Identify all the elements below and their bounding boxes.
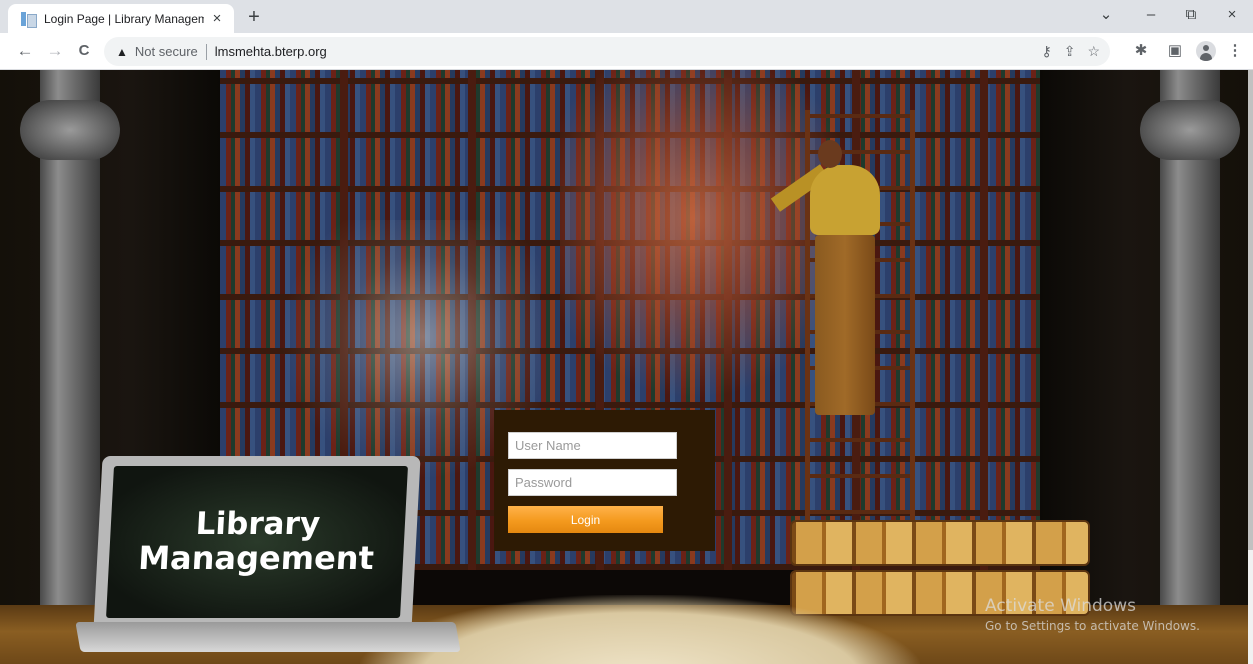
tab-title: Login Page | Library Managemen: [44, 11, 204, 26]
restore-button[interactable]: ⧉: [1173, 4, 1209, 26]
scrollbar-thumb[interactable]: [1248, 70, 1253, 550]
share-icon[interactable]: ⇪: [1064, 43, 1076, 60]
watermark-title: Activate Windows: [985, 596, 1136, 616]
chrome-menu-icon[interactable]: ⋮: [1224, 40, 1246, 62]
activate-windows-watermark: Activate Windows Go to Settings to activ…: [985, 596, 1200, 633]
password-key-icon[interactable]: ⚷: [1041, 43, 1051, 60]
reload-icon[interactable]: C: [73, 40, 95, 62]
login-panel: Login: [494, 410, 715, 551]
climbing-man-legs: [815, 235, 875, 415]
climbing-man-head: [818, 140, 842, 168]
username-input[interactable]: [508, 432, 677, 459]
climbing-man-body: [810, 165, 880, 235]
browser-toolbar: ← → C ▲ Not secure lmsmehta.bterp.org ⚷ …: [0, 33, 1253, 70]
side-panel-icon[interactable]: ▣: [1164, 40, 1186, 62]
tab-strip: Login Page | Library Managemen × + ⌄ – ⧉…: [0, 0, 1253, 33]
not-secure-warning-icon[interactable]: ▲: [116, 45, 128, 59]
laptop-title-line2: Management: [137, 539, 375, 578]
browser-tab[interactable]: Login Page | Library Managemen ×: [8, 4, 234, 33]
profile-avatar-icon[interactable]: [1196, 41, 1216, 61]
vertical-scrollbar[interactable]: [1248, 70, 1253, 664]
password-input[interactable]: [508, 469, 677, 496]
left-pillar-image: [20, 70, 120, 610]
bookmark-star-icon[interactable]: ☆: [1087, 43, 1100, 60]
page-viewport: Library Management Login Activate Window…: [0, 70, 1253, 664]
url-text[interactable]: lmsmehta.bterp.org: [215, 44, 327, 59]
login-button[interactable]: Login: [508, 506, 663, 533]
right-pillar-image: [1140, 70, 1240, 610]
laptop-title-line1: Library: [194, 506, 322, 543]
minimize-button[interactable]: –: [1133, 4, 1169, 26]
tab-search-icon[interactable]: ⌄: [1088, 4, 1124, 26]
omnibox-actions: ⚷ ⇪ ☆: [1041, 37, 1100, 66]
watermark-subtitle: Go to Settings to activate Windows.: [985, 619, 1200, 633]
new-tab-button[interactable]: +: [244, 6, 264, 29]
laptop-keyboard-base: [75, 622, 461, 652]
omnibox-separator: [205, 43, 207, 60]
book-top: [790, 520, 1090, 566]
address-bar[interactable]: ▲ Not secure lmsmehta.bterp.org ⚷ ⇪ ☆: [104, 37, 1110, 66]
close-window-button[interactable]: ×: [1214, 4, 1250, 26]
page-favicon-icon: [20, 11, 37, 28]
forward-icon[interactable]: →: [44, 40, 66, 62]
extensions-puzzle-icon[interactable]: ✱: [1130, 40, 1152, 62]
back-icon[interactable]: ←: [14, 40, 36, 62]
close-tab-icon[interactable]: ×: [208, 10, 226, 27]
laptop-screen: Library Management: [106, 466, 408, 618]
security-status[interactable]: Not secure: [135, 44, 198, 59]
